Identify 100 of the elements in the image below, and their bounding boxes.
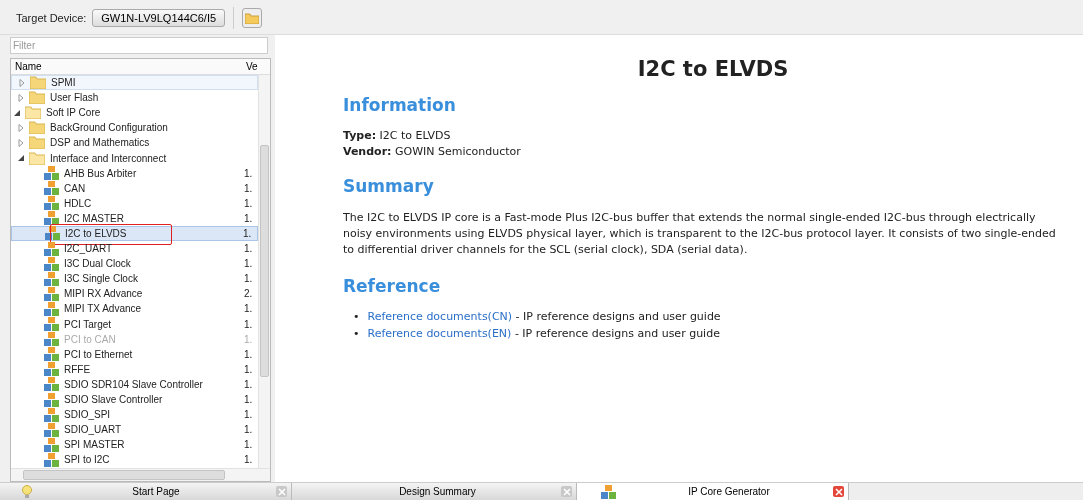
tree-item[interactable]: AHB Bus Arbiter 1. bbox=[11, 165, 258, 181]
version-text: 1. bbox=[244, 363, 254, 375]
ip-label: SDIO_SPI bbox=[64, 409, 112, 421]
tree-item[interactable]: MIPI RX Advance 2. bbox=[11, 286, 258, 302]
cubes-icon bbox=[44, 407, 59, 422]
version-text: 1. bbox=[244, 182, 254, 194]
tree-item[interactable]: RFFE 1. bbox=[11, 361, 258, 377]
ip-label: RFFE bbox=[64, 363, 92, 375]
version-text: 1. bbox=[244, 378, 254, 390]
section-heading: Summary bbox=[343, 176, 435, 196]
close-icon[interactable] bbox=[833, 486, 844, 497]
section-heading: Reference bbox=[343, 276, 442, 296]
tree-item[interactable]: DSP and Mathematics bbox=[11, 135, 258, 151]
bullet: • bbox=[353, 310, 360, 323]
tree-item[interactable]: Soft IP Core bbox=[11, 105, 258, 121]
folder-icon bbox=[29, 121, 45, 135]
tree-item[interactable]: User Flash bbox=[11, 90, 258, 106]
ip-label: HDLC bbox=[64, 197, 93, 209]
folder-label: Interface and Interconnect bbox=[50, 152, 168, 164]
tree-item[interactable]: SDIO_UART 1. bbox=[11, 422, 258, 438]
ip-label: SDIO SDR104 Slave Controller bbox=[64, 378, 204, 390]
folder-label: BackGround Configuration bbox=[50, 122, 169, 134]
tree-item[interactable]: CAN 1. bbox=[11, 180, 258, 196]
cubes-icon bbox=[44, 362, 59, 377]
info-line: Type: I2C to ELVDS bbox=[343, 129, 452, 142]
tree-item[interactable]: PCI to Ethernet 1. bbox=[11, 346, 258, 362]
tree-item[interactable]: SDIO SDR104 Slave Controller 1. bbox=[11, 376, 258, 392]
ip-label: SDIO Slave Controller bbox=[64, 394, 164, 405]
ip-label: I3C Single Clock bbox=[64, 273, 139, 285]
horizontal-scrollbar[interactable] bbox=[11, 468, 270, 481]
section-heading: Information bbox=[343, 95, 457, 115]
version-text: 1. bbox=[244, 258, 254, 270]
tree-item[interactable]: I2C_UART 1. bbox=[11, 241, 258, 257]
tree-item[interactable]: SDIO_SPI 1. bbox=[11, 407, 258, 423]
cubes-icon bbox=[45, 226, 60, 241]
tree-item[interactable]: SPI MASTER 1. bbox=[11, 437, 258, 453]
link-description: - IP reference designs and user guide bbox=[513, 327, 720, 340]
ip-label: CAN bbox=[64, 182, 87, 194]
tree-item[interactable]: Interface and Interconnect bbox=[11, 150, 258, 166]
cubes-icon bbox=[44, 392, 59, 407]
version-text: 1. bbox=[244, 333, 254, 345]
tree-item[interactable]: SPMI bbox=[11, 75, 258, 91]
ip-label: I2C MASTER bbox=[64, 212, 125, 224]
tree-item[interactable]: MIPI TX Advance 1. bbox=[11, 301, 258, 317]
editor-tab[interactable]: IP Core Generator bbox=[577, 483, 849, 500]
cubes-icon bbox=[44, 196, 59, 211]
tree-item[interactable]: SPI to I2C 1. bbox=[11, 452, 258, 468]
open-folder-icon bbox=[29, 151, 45, 165]
column-header[interactable]: Ve bbox=[246, 61, 270, 72]
tree-item[interactable]: SDIO Slave Controller 1. bbox=[11, 391, 258, 408]
cubes-icon bbox=[44, 166, 59, 181]
version-text: 1. bbox=[244, 439, 254, 451]
cubes-icon bbox=[44, 271, 59, 286]
close-icon[interactable] bbox=[276, 486, 287, 497]
ip-label: MIPI TX Advance bbox=[64, 303, 143, 315]
version-text: 1. bbox=[244, 454, 254, 466]
tree-item[interactable]: I2C MASTER 1. bbox=[11, 210, 258, 226]
tree-item[interactable]: I2C to ELVDS 1. bbox=[11, 225, 258, 242]
editor-tab[interactable]: Start Page bbox=[0, 483, 292, 500]
ip-label: MIPI RX Advance bbox=[64, 288, 144, 300]
version-text: 1. bbox=[244, 409, 254, 421]
ip-label: PCI to Ethernet bbox=[64, 348, 134, 360]
tree-item[interactable]: HDLC 1. bbox=[11, 195, 258, 211]
version-text: 1. bbox=[243, 228, 253, 239]
cubes-icon bbox=[44, 347, 59, 362]
ip-label: SPI MASTER bbox=[64, 439, 126, 451]
editor-tab[interactable]: Design Summary bbox=[292, 483, 577, 500]
filter-field[interactable]: Filter bbox=[10, 37, 268, 54]
cubes-icon bbox=[44, 286, 59, 301]
close-icon[interactable] bbox=[561, 486, 572, 497]
reference-link[interactable]: Reference documents(CN) bbox=[367, 310, 513, 323]
target-device-label: Target Device: bbox=[16, 12, 87, 24]
version-text: 1. bbox=[244, 303, 254, 315]
open-folder-button[interactable] bbox=[242, 8, 263, 28]
cubes-icon bbox=[44, 181, 59, 196]
cubes-icon bbox=[44, 301, 59, 316]
ip-label: PCI Target bbox=[64, 318, 113, 330]
cubes-icon bbox=[44, 452, 59, 467]
cubes-icon bbox=[44, 256, 59, 271]
folder-icon bbox=[29, 136, 45, 150]
tree-item[interactable]: I3C Single Clock 1. bbox=[11, 271, 258, 287]
tree-item[interactable]: BackGround Configuration bbox=[11, 120, 258, 136]
version-text: 2. bbox=[244, 288, 254, 300]
tree-item[interactable]: I3C Dual Clock 1. bbox=[11, 256, 258, 272]
version-text: 1. bbox=[244, 273, 254, 285]
tree-item[interactable]: PCI Target 1. bbox=[11, 316, 258, 332]
device-button[interactable]: GW1N-LV9LQ144C6/I5 bbox=[92, 9, 226, 27]
link-description: - IP reference designs and user guide bbox=[514, 310, 721, 323]
version-text: 1. bbox=[244, 212, 254, 224]
ip-label: SPI to I2C bbox=[64, 454, 111, 466]
cubes-icon bbox=[44, 377, 59, 392]
info-line: Vendor: GOWIN Semiconductor bbox=[343, 145, 522, 158]
column-header[interactable]: Name bbox=[11, 61, 246, 72]
reference-link[interactable]: Reference documents(EN) bbox=[367, 327, 512, 340]
lightbulb-icon bbox=[22, 484, 32, 499]
folder-label: DSP and Mathematics bbox=[50, 137, 151, 149]
cubes-icon bbox=[44, 211, 59, 226]
cubes-icon bbox=[44, 317, 59, 332]
vertical-scrollbar[interactable] bbox=[258, 75, 270, 468]
version-text: 1. bbox=[244, 318, 254, 330]
